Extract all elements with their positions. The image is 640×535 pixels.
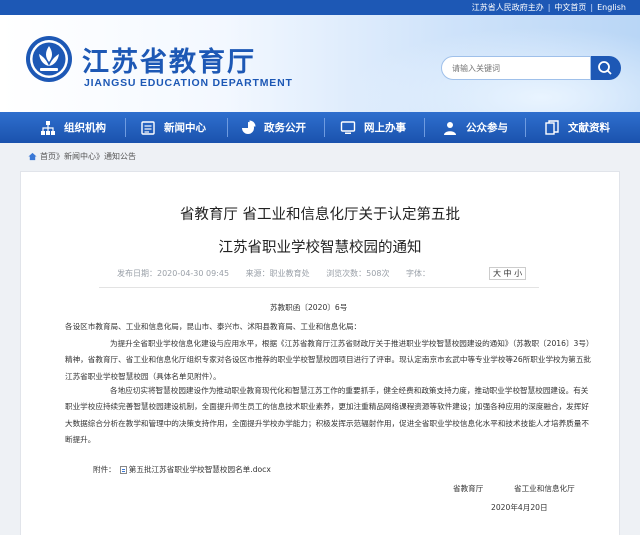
- search-box: [441, 56, 591, 80]
- nav-item-public[interactable]: 公众参与: [442, 112, 508, 143]
- org-icon: [41, 120, 55, 135]
- article-source: 来源：职业教育处: [245, 269, 310, 278]
- font-size-label: 字体：: [406, 269, 431, 278]
- font-medium-button[interactable]: 中: [504, 269, 512, 278]
- emblem-logo-icon: [26, 36, 72, 82]
- article-title-line1: 省教育厅 省工业和信息化厅关于认定第五批: [179, 207, 461, 223]
- top-bar: 江苏省人民政府主办 | 中文首页 | English: [0, 0, 640, 15]
- breadcrumb: 首页 》 新闻中心 》 通知公告: [28, 151, 136, 162]
- news-icon: [141, 120, 155, 135]
- nav-item-gov[interactable]: 政务公开: [240, 112, 306, 143]
- article-title-line2: 江苏省职业学校智慧校园的通知: [218, 240, 422, 256]
- signatory-education-dept: 省教育厅: [453, 484, 484, 493]
- issue-date: 2020年4月20日: [491, 503, 548, 512]
- font-size-switch: 大 中 小: [489, 267, 527, 280]
- nav-item-docs[interactable]: 文献资料: [544, 112, 610, 143]
- breadcrumb-news[interactable]: 新闻中心: [64, 151, 96, 162]
- signatory-industry-dept: 省工业和信息化厅: [514, 484, 575, 493]
- search-button[interactable]: [591, 56, 621, 80]
- divider: [99, 287, 539, 288]
- docs-icon: [545, 119, 559, 135]
- search-icon: [598, 61, 612, 75]
- paragraph-2: 各地应切实将智慧校园建设作为推动职业教育现代化和智慧江苏工作的重要抓手，健全经费…: [65, 386, 589, 445]
- gov-icon: [242, 120, 256, 134]
- addressee: 各设区市教育局、工业和信息化局，昆山市、泰兴市、沭阳县教育局、工业和信息化局：: [65, 322, 362, 331]
- public-icon: [444, 121, 456, 135]
- nav-item-online[interactable]: 网上办事: [340, 112, 406, 143]
- attachment: 附件： 第五批江苏省职业学校智慧校园名单.docx: [93, 462, 271, 478]
- site-title: 江苏省教育厅: [82, 47, 256, 78]
- publish-date: 发布日期：2020-04-30 09:45: [117, 269, 230, 278]
- online-icon: [340, 120, 356, 134]
- english-link[interactable]: English: [597, 3, 626, 12]
- attachment-link[interactable]: 第五批江苏省职业学校智慧校园名单.docx: [129, 462, 271, 478]
- breadcrumb-notice[interactable]: 通知公告: [104, 151, 136, 162]
- home-link[interactable]: 中文首页: [554, 3, 586, 12]
- document-number: 苏教职函〔2020〕6号: [270, 303, 348, 312]
- font-small-button[interactable]: 小: [514, 269, 522, 278]
- breadcrumb-home[interactable]: 首页: [40, 151, 56, 162]
- home-icon: [28, 152, 37, 161]
- font-large-button[interactable]: 大: [493, 269, 501, 278]
- nav-item-news[interactable]: 新闻中心: [140, 112, 206, 143]
- paragraph-1: 为提升全省职业学校信息化建设与应用水平，根据《江苏省教育厅江苏省财政厅关于推进职…: [65, 339, 594, 381]
- search-input[interactable]: [442, 57, 562, 79]
- view-count: 浏览次数：508次: [326, 269, 390, 278]
- site-header: 江苏省教育厅 JIANGSU EDUCATION DEPARTMENT: [0, 15, 640, 112]
- article-panel: 省教育厅 省工业和信息化厅关于认定第五批 江苏省职业学校智慧校园的通知 发布日期…: [20, 171, 620, 535]
- site-title-en: JIANGSU EDUCATION DEPARTMENT: [84, 77, 293, 89]
- main-nav: 组织机构 新闻中心 政务公开 网上办事 公众参与 文献资料: [0, 112, 640, 143]
- host-label: 江苏省人民政府主办: [471, 3, 544, 12]
- article-meta: 发布日期：2020-04-30 09:45 来源：职业教育处 浏览次数：508次…: [117, 268, 444, 279]
- document-file-icon: [119, 466, 127, 475]
- attachment-label: 附件：: [93, 465, 116, 474]
- top-links: 江苏省人民政府主办 | 中文首页 | English: [471, 3, 626, 12]
- nav-item-org[interactable]: 组织机构: [40, 112, 106, 143]
